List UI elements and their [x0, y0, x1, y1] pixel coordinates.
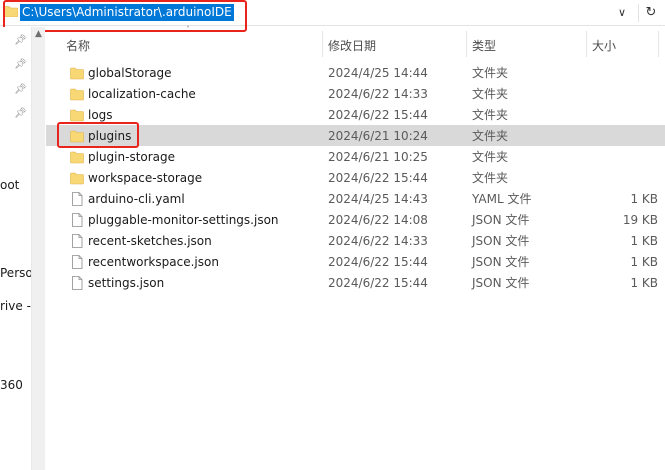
file-size: 1 KB [630, 255, 658, 269]
file-row[interactable]: plugins 2024/6/21 10:24 文件夹 [46, 125, 665, 146]
file-type: 文件夹 [472, 108, 509, 122]
file-row[interactable]: settings.json 2024/6/22 15:44 JSON 文件 1 KB [46, 272, 665, 293]
folder-icon [70, 150, 84, 164]
folder-icon [70, 108, 84, 122]
file-name: arduino-cli.yaml [88, 192, 185, 206]
file-row[interactable]: globalStorage 2024/4/25 14:44 文件夹 [46, 62, 665, 83]
file-modified-date: 2024/6/22 15:44 [328, 255, 428, 269]
file-row[interactable]: pluggable-monitor-settings.json 2024/6/22… [46, 209, 665, 230]
file-type: JSON 文件 [472, 234, 530, 248]
file-type: 文件夹 [472, 150, 509, 164]
file-size: 1 KB [630, 234, 658, 248]
file-modified-date: 2024/4/25 14:43 [328, 192, 428, 206]
file-icon [70, 255, 84, 269]
file-name: pluggable-monitor-settings.json [88, 213, 279, 227]
refresh-icon[interactable]: ↻ [638, 4, 663, 22]
file-type: JSON 文件 [472, 255, 530, 269]
file-type: YAML 文件 [472, 192, 532, 206]
file-modified-date: 2024/4/25 14:44 [328, 66, 428, 80]
pin-icon[interactable]: 📌︎ [14, 108, 27, 120]
file-name: logs [88, 108, 113, 122]
file-type: 文件夹 [472, 87, 509, 101]
column-divider[interactable] [466, 31, 467, 57]
file-modified-date: 2024/6/22 15:44 [328, 108, 428, 122]
column-header-type[interactable]: 类型 [472, 37, 496, 54]
file-type: JSON 文件 [472, 276, 530, 290]
nav-scrollbar[interactable]: ▲ [31, 27, 45, 470]
nav-item-label[interactable]: oot [0, 178, 31, 192]
pin-icon[interactable]: 📌︎ [14, 35, 27, 47]
pin-icon[interactable]: 📌︎ [14, 59, 27, 71]
file-size: 1 KB [630, 276, 658, 290]
nav-item-label[interactable]: 360 [0, 378, 31, 392]
file-row[interactable]: arduino-cli.yaml 2024/4/25 14:43 YAML 文件 1 … [46, 188, 665, 209]
column-header-date[interactable]: 修改日期 [328, 37, 376, 54]
file-modified-date: 2024/6/22 14:33 [328, 87, 428, 101]
file-icon [70, 192, 84, 206]
file-name: settings.json [88, 276, 165, 290]
nav-item-label[interactable]: Perso [0, 266, 31, 280]
folder-icon [70, 171, 84, 185]
file-name: plugin-storage [88, 150, 176, 164]
file-icon [70, 213, 84, 227]
file-modified-date: 2024/6/22 15:44 [328, 171, 428, 185]
chevron-down-icon[interactable]: ∨ [614, 5, 630, 21]
file-type: 文件夹 [472, 66, 509, 80]
file-row[interactable]: logs 2024/6/22 15:44 文件夹 [46, 104, 665, 125]
address-bar[interactable]: C:\Users\Administrator\.arduinoIDE ∨ ↻ [0, 0, 665, 26]
folder-icon [70, 66, 84, 80]
file-name: workspace-storage [88, 171, 203, 185]
column-divider[interactable] [586, 31, 587, 57]
file-name: localization-cache [88, 87, 196, 101]
nav-item-label[interactable]: rive - [0, 299, 31, 313]
pin-icon[interactable]: 📌︎ [14, 84, 27, 96]
column-divider[interactable] [658, 31, 659, 57]
sort-caret-icon: ˄ [186, 25, 190, 34]
file-type: 文件夹 [472, 171, 509, 185]
column-header-size[interactable]: 大小 [592, 37, 616, 54]
file-modified-date: 2024/6/22 15:44 [328, 276, 428, 290]
file-modified-date: 2024/6/22 14:33 [328, 234, 428, 248]
scroll-up-icon[interactable]: ▲ [32, 29, 45, 39]
file-icon [70, 234, 84, 248]
folder-icon [70, 129, 84, 143]
file-name: plugins [88, 129, 132, 143]
file-name: recentworkspace.json [88, 255, 219, 269]
column-divider[interactable] [322, 31, 323, 57]
file-modified-date: 2024/6/21 10:24 [328, 129, 428, 143]
file-size: 1 KB [630, 192, 658, 206]
file-type: JSON 文件 [472, 213, 530, 227]
file-modified-date: 2024/6/21 10:25 [328, 150, 428, 164]
address-path-input[interactable]: C:\Users\Administrator\.arduinoIDE [20, 4, 234, 21]
file-row[interactable]: localization-cache 2024/6/22 14:33 文件夹 [46, 83, 665, 104]
file-icon [70, 276, 84, 290]
column-header-name[interactable]: 名称 [66, 37, 90, 54]
file-modified-date: 2024/6/22 14:08 [328, 213, 428, 227]
file-row[interactable]: recentworkspace.json 2024/6/22 15:44 JSON … [46, 251, 665, 272]
file-row[interactable]: workspace-storage 2024/6/22 15:44 文件夹 [46, 167, 665, 188]
file-size: 19 KB [622, 213, 658, 227]
file-row[interactable]: recent-sketches.json 2024/6/22 14:33 JSON … [46, 230, 665, 251]
folder-icon [4, 6, 18, 17]
column-header-row: ˄ 名称 修改日期 类型 大小 [46, 25, 665, 59]
file-row[interactable]: plugin-storage 2024/6/21 10:25 文件夹 [46, 146, 665, 167]
file-type: 文件夹 [472, 129, 509, 143]
folder-icon [70, 87, 84, 101]
file-name: recent-sketches.json [88, 234, 212, 248]
file-name: globalStorage [88, 66, 172, 80]
